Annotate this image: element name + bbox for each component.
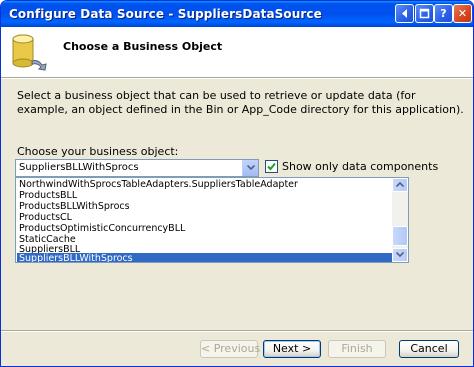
business-object-label: Choose your business object: [17,145,179,158]
database-icon [8,31,52,78]
scroll-down-icon[interactable] [392,248,408,262]
title-bar[interactable]: Configure Data Source - SuppliersDataSou… [1,1,473,27]
list-item[interactable]: ProductsBLL [17,190,393,201]
list-item-selected[interactable]: SuppliersBLLWithSprocs [17,253,393,262]
business-object-list[interactable]: NorthwindWithSprocsTableAdapters.Supplie… [15,177,409,263]
scrollbar-thumb[interactable] [392,226,408,246]
scroll-up-icon[interactable] [392,178,408,192]
list-scrollbar[interactable] [392,178,408,262]
help-icon[interactable]: ? [434,4,453,23]
finish-button[interactable]: Finish [328,340,386,358]
business-object-dropdown[interactable]: SuppliersBLLWithSprocs [15,159,259,177]
chevron-down-icon[interactable] [242,160,258,176]
maximize-icon[interactable] [415,4,434,23]
list-item[interactable]: ProductsOptimisticConcurrencyBLL [17,223,393,234]
list-item[interactable]: ProductsBLLWithSprocs [17,201,393,212]
close-icon[interactable]: ✕ [453,4,472,23]
header-separator [1,77,473,79]
header-panel: Choose a Business Object [1,27,473,77]
description-text: Select a business object that can be use… [17,89,464,116]
header-title: Choose a Business Object [63,40,223,53]
show-only-data-components-label[interactable]: Show only data components [282,160,438,173]
configure-data-source-dialog: Configure Data Source - SuppliersDataSou… [0,0,474,367]
back-icon[interactable] [395,4,414,23]
footer-separator [1,330,473,332]
next-button[interactable]: Next > [263,340,321,358]
list-item[interactable]: NorthwindWithSprocsTableAdapters.Supplie… [17,179,393,190]
show-only-data-components-checkbox[interactable] [265,160,278,173]
business-object-selected-value: SuppliersBLLWithSprocs [19,162,139,173]
list-item[interactable]: ProductsCL [17,212,393,223]
window-title: Configure Data Source - SuppliersDataSou… [9,7,322,21]
cancel-button[interactable]: Cancel [399,340,459,358]
previous-button[interactable]: < Previous [200,340,260,358]
